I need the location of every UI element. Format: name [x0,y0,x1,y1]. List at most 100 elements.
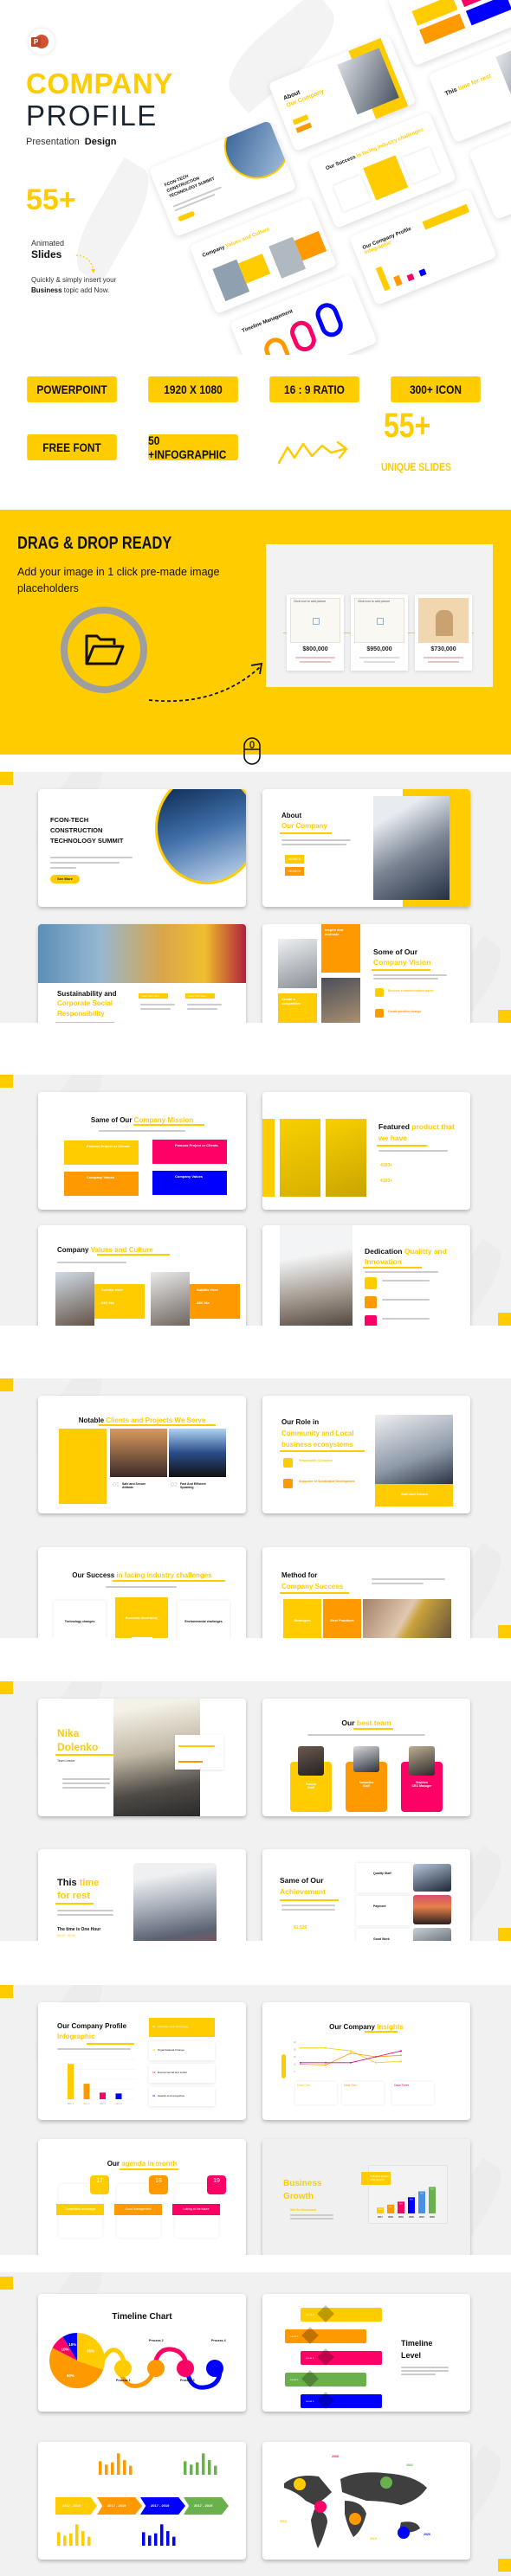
slide-fcon-tech[interactable]: FCON-TECH CONSTRUCTION TECHNOLOGY SUMMIT… [38,789,246,907]
mockup-rest-accent: time for rest [457,73,493,93]
slide-timeline-arrows[interactable]: 2017 - 2019 2017 - 2019 2017 - 2019 2017… [38,2442,246,2560]
mini-bar [154,2533,158,2546]
slide-dedication[interactable]: Dedication Qualitty and Innovation [262,1225,470,1326]
slide-notable-clients[interactable]: Notable Clients and Projects We Serve 01… [38,1396,246,1513]
drag-drop-title: DRAG & DROP READY [17,534,172,553]
team-photo [321,978,360,1023]
slide-best-team[interactable]: Our best team Pamela Staff Samantha Staff … [262,1699,470,1816]
slide-sustainability[interactable]: Sustainability and Corporate Social Resp… [38,924,246,1023]
feature-badge-ratio: 16 : 9 RATIO [269,376,359,402]
mockup-values-title: Company [201,245,226,259]
achievement-item: Quality Staff [356,1863,411,1892]
data-point [350,2052,352,2054]
axis-label-pill [281,2054,286,2078]
slide-profile-nika[interactable]: Nika Dolenko Team Leader [38,1699,246,1816]
data-point [350,2050,352,2052]
slide-accent: Clients and Projects We Serve [106,1416,206,1424]
map-year: 2019 [370,2537,377,2541]
x-tick-label: 2021 [419,2215,424,2219]
slide-method-success[interactable]: Method for Company Success Strategies Bes… [262,1547,470,1638]
mini-bar [196,2462,199,2475]
slide-accent: Company Success [281,1583,344,1590]
rest-subtitle: The time is One Hour [57,1927,101,1932]
data-point [400,2054,402,2057]
data-label: 90% [430,2188,434,2190]
slide-title: Timeline Level [401,2339,433,2360]
slide-accent: agenda in month [121,2160,178,2168]
rest-time: 08.00 - 09.00 [57,1934,75,1937]
mini-bar [184,2461,187,2475]
slide-values-culture[interactable]: Company Values and Culture Subtitle Here… [38,1225,246,1326]
profile-role: Team Leader [57,1759,75,1763]
slide-community-role[interactable]: Our Role in Community and Local business … [262,1396,470,1513]
mission-box: Company Values [64,1172,139,1196]
slide-about-company[interactable]: About Our Company SEARCH SEARCH [262,789,470,907]
tag: Insert Text Here [185,993,215,999]
vision-box: Create a competitive [278,993,317,1023]
slide-time-for-rest[interactable]: This time for rest The time is One Hour … [38,1849,246,1941]
role-box: Safe and Secure [375,1484,453,1506]
slide-agenda-month[interactable]: Our agenda in month 17 18 19 Competitive… [38,2139,246,2255]
member-role: Staff [363,1784,370,1788]
level-bar: Level 1 [301,2351,382,2365]
data-label: 55% [410,2199,413,2200]
period-arrow: 2017 - 2019 [55,2497,97,2515]
image-icon [377,618,384,625]
meeting-photo [373,796,450,900]
placeholder-card[interactable]: Click icon to add picture $950,000 [351,594,408,671]
period-arrow: 2017 - 2019 [184,2497,229,2515]
slide-featured-product[interactable]: Featured product that we have 4193+ 4193… [262,1092,470,1210]
bar [100,2092,106,2099]
infographic-list-item: 02 Organizational Change [149,2041,215,2060]
x-tick-label: 2017 [378,2215,383,2219]
mini-bar [214,2465,217,2475]
mission-box: Company Values [152,1171,227,1195]
slide-timeline-level[interactable]: Level 1 Level 1 Level 1 Level 1 Level 1 … [262,2294,470,2412]
y-tick-label: 20 [294,2056,296,2059]
slice-label: 60% [67,2374,74,2378]
tag: Insert Text Here [139,993,168,999]
mini-bar [99,2461,102,2475]
placeholder-card[interactable]: Click icon to add picture $800,000 [287,594,344,671]
success-photo [110,1429,167,1477]
slide-world-map[interactable]: 2008 2002 2014 2019 2020 [262,2442,470,2560]
item-number: 01 [113,1482,120,1488]
avatar [409,1746,435,1776]
method-box: Best Practices [323,1599,361,1638]
map-year: 2002 [406,2464,413,2467]
wave-timeline [102,2347,223,2390]
infographic-list-item: 01 Innovation and Technology [149,2018,215,2037]
challenge-card: Technology changes [54,1601,106,1638]
accent-square [498,2559,511,2572]
x-tick-label: 2019 [398,2215,404,2219]
data-point [400,2050,402,2052]
office-photo [55,1272,94,1326]
vision-item: Create positive change [388,1010,422,1013]
slides-section-6: Timeline Chart 35% 60% 10% 10% Process 1 Pr… [0,2272,511,2576]
slides-section-5: Our Company Profile Infographic Item 1 It… [0,1985,511,2255]
slide-title: FCON-TECH CONSTRUCTION TECHNOLOGY SUMMIT [50,816,124,845]
slide-industry-challenges[interactable]: Our Success in facing industry challenge… [38,1547,246,1638]
search-button: SEARCH [285,855,304,864]
placeholder-card[interactable]: $730,000 [415,594,472,671]
slide-timeline-chart[interactable]: Timeline Chart 35% 60% 10% 10% Process 1 Pr… [38,2294,246,2412]
slide-title: Our Role in [281,1418,320,1426]
slide-company-vision[interactable]: Inspire and motivate Create a competitiv… [262,924,470,1023]
slide-business-growth[interactable]: Business Growth Will Be Discussed Busine… [262,2139,470,2255]
mini-bar [172,2536,176,2546]
slide-accent: best team [356,1718,391,1727]
slide-company-mission[interactable]: Same of Our Company Mission Famous Proje… [38,1092,246,1210]
list-label: Environmental and social [157,2071,187,2074]
day-badge: 17 [90,2175,109,2194]
slide-company-insights[interactable]: Our Company Insights 0 10 20 30 40 Data One … [262,2002,470,2120]
legend-card: Data Two [342,2082,384,2104]
slide-achievement[interactable]: Same of Our Achievement $1,529 Quality St… [262,1849,470,1941]
avatar [353,1746,379,1772]
section-separator [0,1326,511,1378]
data-point [300,2046,301,2049]
list-label: Innovation and Technology [157,2025,189,2028]
slide-title: Dedication [365,1247,403,1256]
avatar [298,1746,324,1776]
slide-profile-infographic[interactable]: Our Company Profile Infographic Item 1 It… [38,2002,246,2120]
slides-section-4: Nika Dolenko Team Leader Our best team P… [0,1681,511,1941]
